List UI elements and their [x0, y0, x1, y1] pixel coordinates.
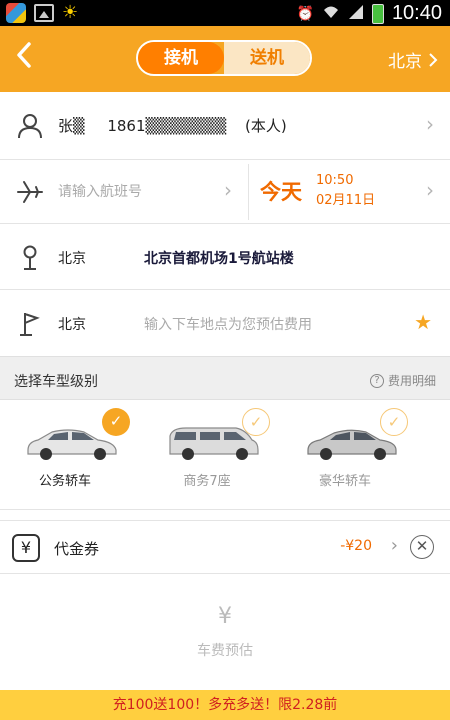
- app-icon: [6, 3, 26, 23]
- city-label: 北京: [388, 52, 422, 72]
- fee-details-link[interactable]: ? 费用明细: [369, 372, 436, 389]
- promo-banner[interactable]: 充100送100！多充多送！限2.28前: [0, 690, 450, 720]
- city-selector[interactable]: 北京: [388, 47, 438, 72]
- clock: 10:40: [391, 2, 442, 24]
- car-option-luxury-sedan[interactable]: 豪华轿车 ✓: [290, 400, 440, 510]
- flight-number-input[interactable]: 请输入航班号: [58, 181, 142, 201]
- pickup-day[interactable]: 今天: [260, 176, 302, 206]
- pickup-dropoff-toggle: 接机 送机: [136, 40, 312, 76]
- battery-icon: [371, 3, 384, 24]
- car-name: 商务7座: [183, 474, 231, 489]
- voucher-label: 代金券: [54, 540, 100, 558]
- alarm-icon: ⏰: [296, 5, 314, 22]
- location-pin-icon: [23, 245, 37, 270]
- fare-estimate-label: 车费预估: [197, 643, 253, 659]
- fee-details-label: 费用明细: [387, 374, 436, 388]
- passenger-tag: (本人): [245, 117, 287, 135]
- sun-icon: ☀: [62, 2, 79, 23]
- car-name: 公务轿车: [38, 474, 91, 489]
- check-icon: ✓: [380, 408, 408, 436]
- passenger-info: 张▒ 1861▒▒▒▒▒▒▒ (本人): [58, 115, 287, 136]
- question-icon: ?: [369, 373, 384, 388]
- yen-icon: ¥: [218, 604, 232, 629]
- car-name: 豪华轿车: [318, 474, 371, 489]
- chevron-right-icon: ›: [390, 535, 398, 556]
- chevron-right-icon: ›: [426, 178, 434, 202]
- passenger-name: 张▒: [58, 117, 85, 135]
- voucher-amount: -¥20: [340, 538, 372, 554]
- car-option-business-7seat[interactable]: 商务7座 ✓: [152, 400, 302, 510]
- time-value: 10:50: [316, 173, 354, 188]
- star-icon[interactable]: ★: [414, 310, 432, 334]
- chevron-right-icon: ›: [426, 112, 434, 136]
- check-icon: ✓: [102, 408, 130, 436]
- pickup-location-row[interactable]: 北京 北京首都机场1号航站楼: [0, 224, 450, 290]
- divider: [248, 164, 249, 220]
- date-value: 02月11日: [316, 193, 376, 208]
- tab-dropoff[interactable]: 送机: [224, 42, 310, 74]
- voucher-row[interactable]: ¥ 代金券 -¥20 › ✕: [0, 520, 450, 574]
- check-icon: ✓: [242, 408, 270, 436]
- flag-icon: [20, 313, 40, 336]
- pickup-time[interactable]: 10:50 02月11日: [316, 171, 375, 211]
- wifi-icon: [322, 4, 340, 24]
- dropoff-address-input[interactable]: 输入下车地点为您预估费用: [144, 314, 312, 334]
- chevron-right-icon: ›: [224, 178, 232, 202]
- status-bar: ☀ ⏰ 10:40: [0, 0, 450, 26]
- fare-estimate: ¥ 车费预估: [0, 574, 450, 690]
- chevron-right-icon: [429, 52, 438, 67]
- chevron-left-icon: [17, 42, 31, 68]
- system-icons: ⏰ 10:40: [297, 2, 443, 25]
- yen-icon: ¥: [12, 534, 40, 562]
- section-title: 选择车型级别: [14, 374, 98, 390]
- car-option-business-sedan[interactable]: 公务轿车 ✓: [10, 400, 160, 510]
- tab-pickup[interactable]: 接机: [138, 42, 224, 74]
- pickup-city: 北京: [58, 251, 86, 267]
- dropoff-city: 北京: [58, 317, 86, 333]
- header-bar: 接机 送机 北京: [0, 26, 450, 92]
- notification-icons: ☀: [6, 3, 78, 23]
- person-icon: [18, 114, 42, 139]
- close-icon[interactable]: ✕: [410, 535, 434, 559]
- dropoff-location-row[interactable]: 北京 输入下车地点为您预估费用 ★: [0, 290, 450, 356]
- signal-icon: [348, 4, 364, 24]
- pickup-address: 北京首都机场1号航站楼: [144, 251, 294, 267]
- gallery-icon: [34, 4, 54, 22]
- passenger-phone: 1861▒▒▒▒▒▒▒: [107, 117, 227, 135]
- passenger-row[interactable]: 张▒ 1861▒▒▒▒▒▒▒ (本人) ›: [0, 92, 450, 160]
- flight-row: 请输入航班号 › 今天 10:50 02月11日 ›: [0, 160, 450, 224]
- back-button[interactable]: [14, 40, 34, 76]
- car-options: 公务轿车 ✓ 商务7座 ✓ 豪华轿车 ✓: [0, 400, 450, 510]
- airplane-icon: [17, 181, 43, 203]
- car-class-section-header: 选择车型级别 ? 费用明细: [0, 356, 450, 400]
